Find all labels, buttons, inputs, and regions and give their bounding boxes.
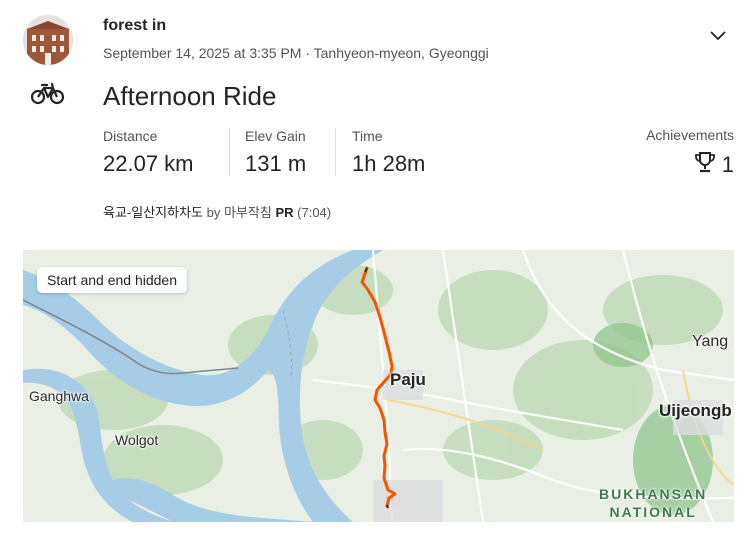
stat-achievements-value: 1 [721, 151, 734, 177]
map-label-ganghwa: Ganghwa [29, 388, 89, 404]
stat-distance-label: Distance [103, 128, 158, 144]
park-name-line2: NATIONAL [609, 504, 697, 520]
privacy-badge: Start and end hidden [37, 267, 187, 293]
map-label-wolgot: Wolgot [115, 432, 159, 448]
route-map[interactable]: Start and end hidden Paju Ganghwa Wolgot… [23, 250, 734, 522]
athlete-name[interactable]: forest in [103, 17, 166, 35]
stat-time: Time 1h 28m [352, 128, 425, 177]
segment-name[interactable]: 육교-일산지하차도 [103, 205, 203, 220]
stat-achievements-label: Achievements [646, 127, 734, 143]
segment-pr-label: PR [275, 205, 294, 220]
map-label-bukhansan: BUKHANSAN NATIONAL [599, 485, 707, 521]
trophy-icon [694, 151, 716, 178]
segment-highlight: 육교-일산지하차도 by 마부작침 PR (7:04) [103, 202, 331, 221]
park-name-line1: BUKHANSAN [599, 486, 708, 502]
segment-pr-time: (7:04) [297, 205, 332, 220]
segment-by-label: by [206, 205, 221, 220]
building-photo [23, 15, 73, 65]
stat-divider [335, 128, 336, 176]
stat-distance: Distance 22.07 km [103, 128, 194, 177]
activity-datetime-location: September 14, 2025 at 3:35 PM · Tanhyeon… [103, 45, 489, 61]
stat-time-value: 1h 28m [352, 151, 426, 176]
bike-icon [30, 82, 65, 106]
map-label-yang: Yang [692, 333, 729, 350]
chevron-down-icon[interactable] [708, 27, 728, 43]
map-label-uijeongbu: Uijeongb [659, 401, 732, 420]
map-label-paju: Paju [390, 370, 426, 389]
stat-divider [229, 128, 230, 176]
athlete-avatar[interactable] [23, 15, 73, 65]
segment-owner[interactable]: 마부작침 [224, 205, 272, 220]
stat-elev-gain: Elev Gain 131 m [245, 128, 306, 177]
stat-elev-gain-value: 131 m [245, 151, 307, 176]
stat-achievements[interactable]: Achievements 1 [646, 127, 734, 178]
stat-elev-gain-label: Elev Gain [245, 128, 306, 144]
stat-time-label: Time [352, 128, 383, 144]
activity-title[interactable]: Afternoon Ride [103, 81, 276, 112]
stat-distance-value: 22.07 km [103, 151, 194, 176]
